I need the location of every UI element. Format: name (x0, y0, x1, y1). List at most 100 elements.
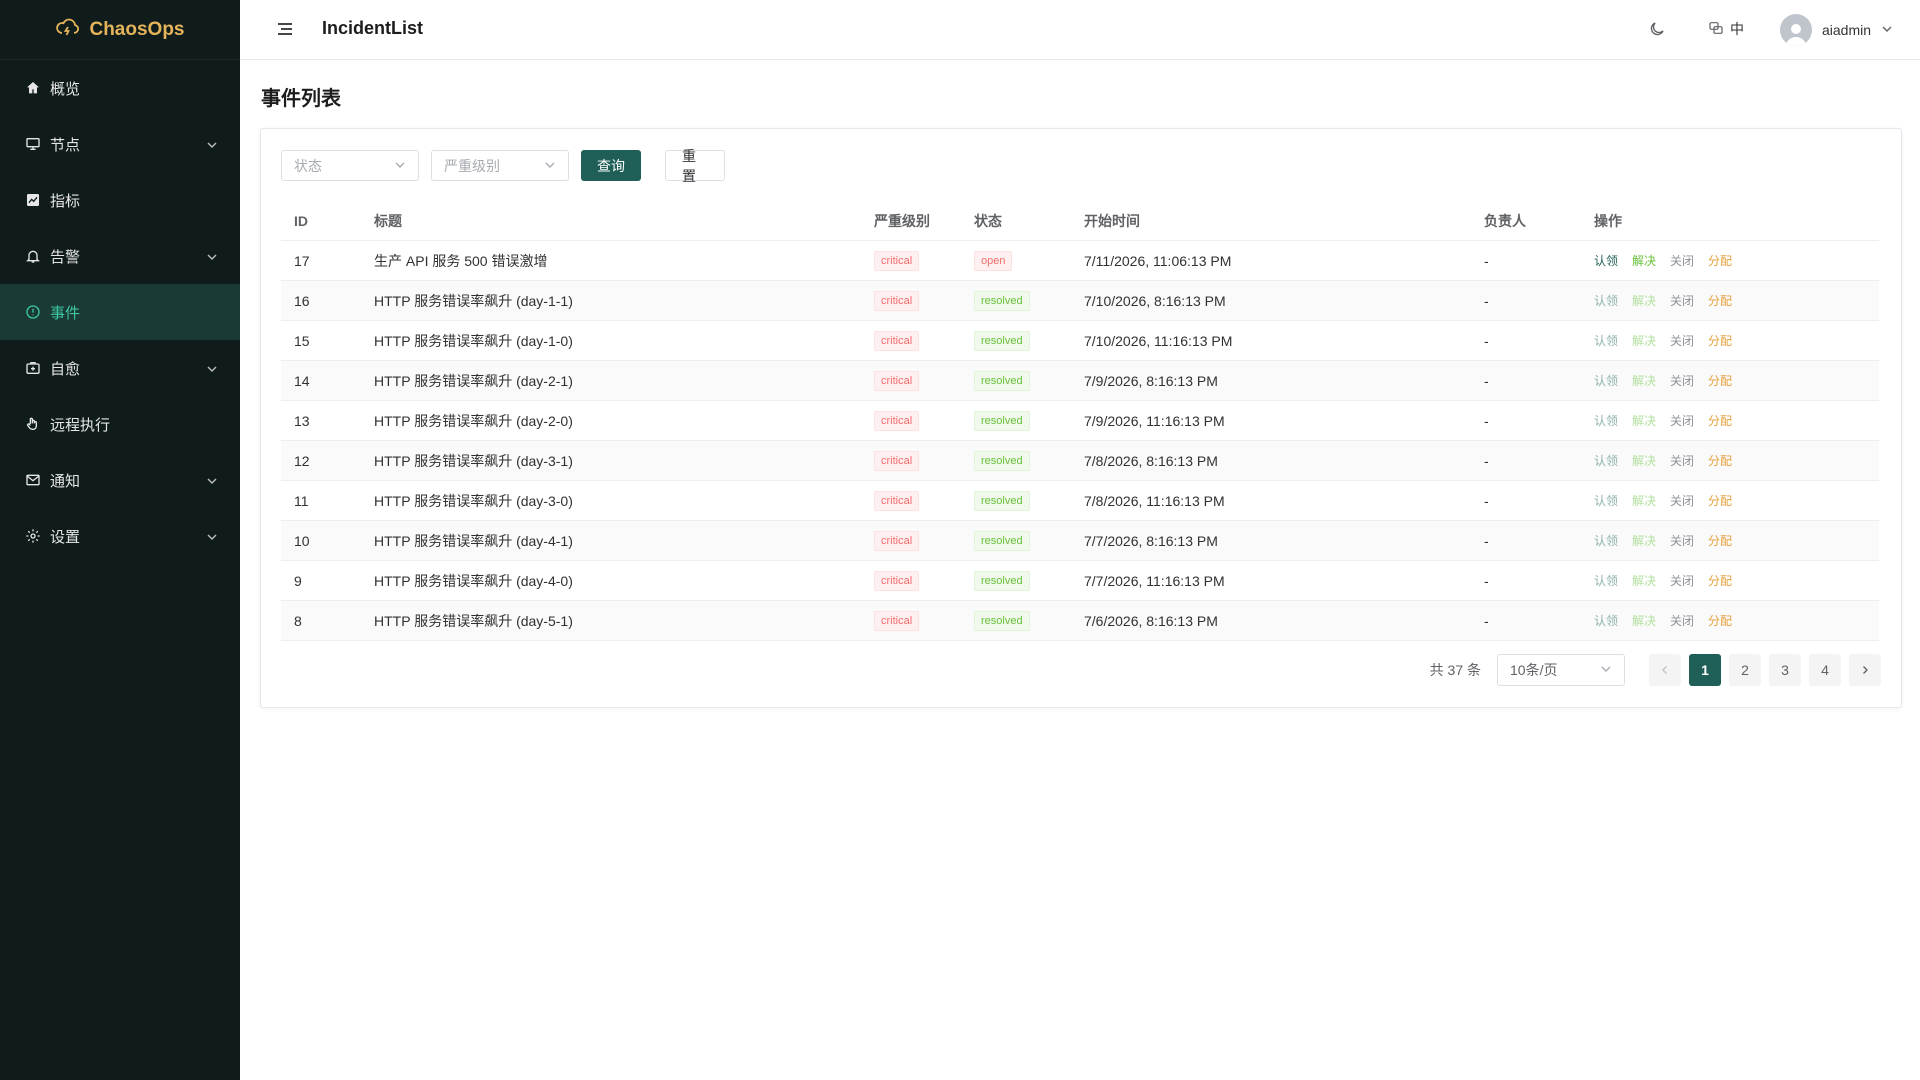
severity-badge: critical (874, 450, 920, 471)
table-row[interactable]: 16 HTTP 服务错误率飙升 (day-1-1) critical resolved… (281, 280, 1879, 321)
query-button[interactable]: 查询 (581, 150, 641, 181)
assign-button[interactable]: 分配 (1708, 374, 1732, 388)
status-badge: resolved (974, 530, 1030, 551)
close-button[interactable]: 关闭 (1670, 574, 1694, 588)
claim-button[interactable]: 认领 (1594, 534, 1618, 548)
severity-select-placeholder: 严重级别 (444, 157, 500, 174)
claim-button[interactable]: 认领 (1594, 334, 1618, 348)
resolve-button[interactable]: 解决 (1632, 574, 1656, 588)
severity-badge: critical (874, 570, 920, 591)
sidebar-item-3[interactable]: 告警 (0, 228, 240, 284)
table-row[interactable]: 14 HTTP 服务错误率飙升 (day-2-1) critical resolved… (281, 360, 1879, 401)
incident-id: 9 (281, 560, 361, 601)
sidebar-item-4[interactable]: 事件 (0, 284, 240, 340)
sidebar-item-label: 事件 (50, 304, 81, 322)
table-row[interactable]: 17 生产 API 服务 500 错误激增 critical open 7/11/202… (281, 240, 1879, 281)
table-row[interactable]: 11 HTTP 服务错误率飙升 (day-3-0) critical resolved… (281, 480, 1879, 521)
owner: - (1471, 280, 1581, 321)
prev-page-button[interactable] (1649, 654, 1681, 686)
page-size-select[interactable]: 10条/页 (1497, 654, 1625, 686)
claim-button[interactable]: 认领 (1594, 454, 1618, 468)
close-button[interactable]: 关闭 (1670, 494, 1694, 508)
assign-button[interactable]: 分配 (1708, 574, 1732, 588)
resolve-button[interactable]: 解决 (1632, 334, 1656, 348)
sidebar-item-2[interactable]: 指标 (0, 172, 240, 228)
resolve-button[interactable]: 解决 (1632, 254, 1656, 268)
table-row[interactable]: 10 HTTP 服务错误率飙升 (day-4-1) critical resolved… (281, 520, 1879, 561)
page-title: 事件列表 (261, 88, 341, 110)
claim-button[interactable]: 认领 (1594, 374, 1618, 388)
start-time: 7/9/2026, 11:16:13 PM (1071, 400, 1471, 441)
resolve-button[interactable]: 解决 (1632, 494, 1656, 508)
page-button[interactable]: 3 (1769, 654, 1801, 686)
close-button[interactable]: 关闭 (1670, 374, 1694, 388)
close-button[interactable]: 关闭 (1670, 614, 1694, 628)
close-button[interactable]: 关闭 (1670, 414, 1694, 428)
assign-button[interactable]: 分配 (1708, 614, 1732, 628)
page-button[interactable]: 4 (1809, 654, 1841, 686)
moon-icon[interactable] (1648, 20, 1666, 38)
chevron-down-icon (206, 138, 218, 150)
sidebar-item-7[interactable]: 通知 (0, 452, 240, 508)
assign-button[interactable]: 分配 (1708, 534, 1732, 548)
sidebar-item-0[interactable]: 概览 (0, 60, 240, 116)
close-button[interactable]: 关闭 (1670, 454, 1694, 468)
assign-button[interactable]: 分配 (1708, 494, 1732, 508)
claim-button[interactable]: 认领 (1594, 414, 1618, 428)
claim-button[interactable]: 认领 (1594, 254, 1618, 268)
claim-button[interactable]: 认领 (1594, 294, 1618, 308)
close-button[interactable]: 关闭 (1670, 294, 1694, 308)
total-count: 共 37 条 (1429, 662, 1481, 678)
claim-button[interactable]: 认领 (1594, 494, 1618, 508)
sidebar-item-1[interactable]: 节点 (0, 116, 240, 172)
resolve-button[interactable]: 解决 (1632, 414, 1656, 428)
sidebar-item-6[interactable]: 远程执行 (0, 396, 240, 452)
assign-button[interactable]: 分配 (1708, 414, 1732, 428)
resolve-button[interactable]: 解决 (1632, 454, 1656, 468)
sidebar-item-label: 自愈 (50, 360, 81, 378)
chevron-down-icon (394, 158, 406, 174)
claim-button[interactable]: 认领 (1594, 574, 1618, 588)
chevron-down-icon (206, 362, 218, 374)
assign-button[interactable]: 分配 (1708, 254, 1732, 268)
assign-button[interactable]: 分配 (1708, 334, 1732, 348)
menu-toggle-icon[interactable] (276, 20, 294, 38)
assign-button[interactable]: 分配 (1708, 454, 1732, 468)
status-select[interactable]: 状态 (281, 150, 419, 181)
table-row[interactable]: 9 HTTP 服务错误率飙升 (day-4-0) critical resolved 7… (281, 560, 1879, 601)
close-button[interactable]: 关闭 (1670, 334, 1694, 348)
table-row[interactable]: 13 HTTP 服务错误率飙升 (day-2-0) critical resolved… (281, 400, 1879, 441)
severity-badge: critical (874, 290, 920, 311)
assign-button[interactable]: 分配 (1708, 294, 1732, 308)
start-time: 7/9/2026, 8:16:13 PM (1071, 360, 1471, 401)
sidebar-item-5[interactable]: 自愈 (0, 340, 240, 396)
status-badge: resolved (974, 290, 1030, 311)
brand[interactable]: ChaosOps (0, 0, 240, 60)
resolve-button[interactable]: 解决 (1632, 614, 1656, 628)
table-row[interactable]: 8 HTTP 服务错误率飙升 (day-5-1) critical resolved 7… (281, 600, 1879, 641)
user-menu[interactable]: aiadmin (1780, 14, 1893, 46)
language-switch[interactable]: 中 (1708, 19, 1744, 39)
sidebar-item-8[interactable]: 设置 (0, 508, 240, 564)
owner: - (1471, 360, 1581, 401)
status-badge: resolved (974, 570, 1030, 591)
start-time: 7/8/2026, 11:16:13 PM (1071, 480, 1471, 521)
page-button[interactable]: 2 (1729, 654, 1761, 686)
table-row[interactable]: 15 HTTP 服务错误率飙升 (day-1-0) critical resolved… (281, 320, 1879, 361)
table-body: 17 生产 API 服务 500 错误激增 critical open 7/11/202… (281, 240, 1879, 641)
incident-title: HTTP 服务错误率飙升 (day-3-0) (361, 480, 861, 521)
claim-button[interactable]: 认领 (1594, 614, 1618, 628)
owner: - (1471, 600, 1581, 641)
close-button[interactable]: 关闭 (1670, 534, 1694, 548)
table-row[interactable]: 12 HTTP 服务错误率飙升 (day-3-1) critical resolved… (281, 440, 1879, 481)
severity-select[interactable]: 严重级别 (431, 150, 569, 181)
resolve-button[interactable]: 解决 (1632, 374, 1656, 388)
status-badge: resolved (974, 410, 1030, 431)
reset-button[interactable]: 重置 (665, 148, 725, 184)
next-page-button[interactable] (1849, 654, 1881, 686)
owner: - (1471, 240, 1581, 281)
resolve-button[interactable]: 解决 (1632, 534, 1656, 548)
resolve-button[interactable]: 解决 (1632, 294, 1656, 308)
close-button[interactable]: 关闭 (1670, 254, 1694, 268)
page-button[interactable]: 1 (1689, 654, 1721, 686)
